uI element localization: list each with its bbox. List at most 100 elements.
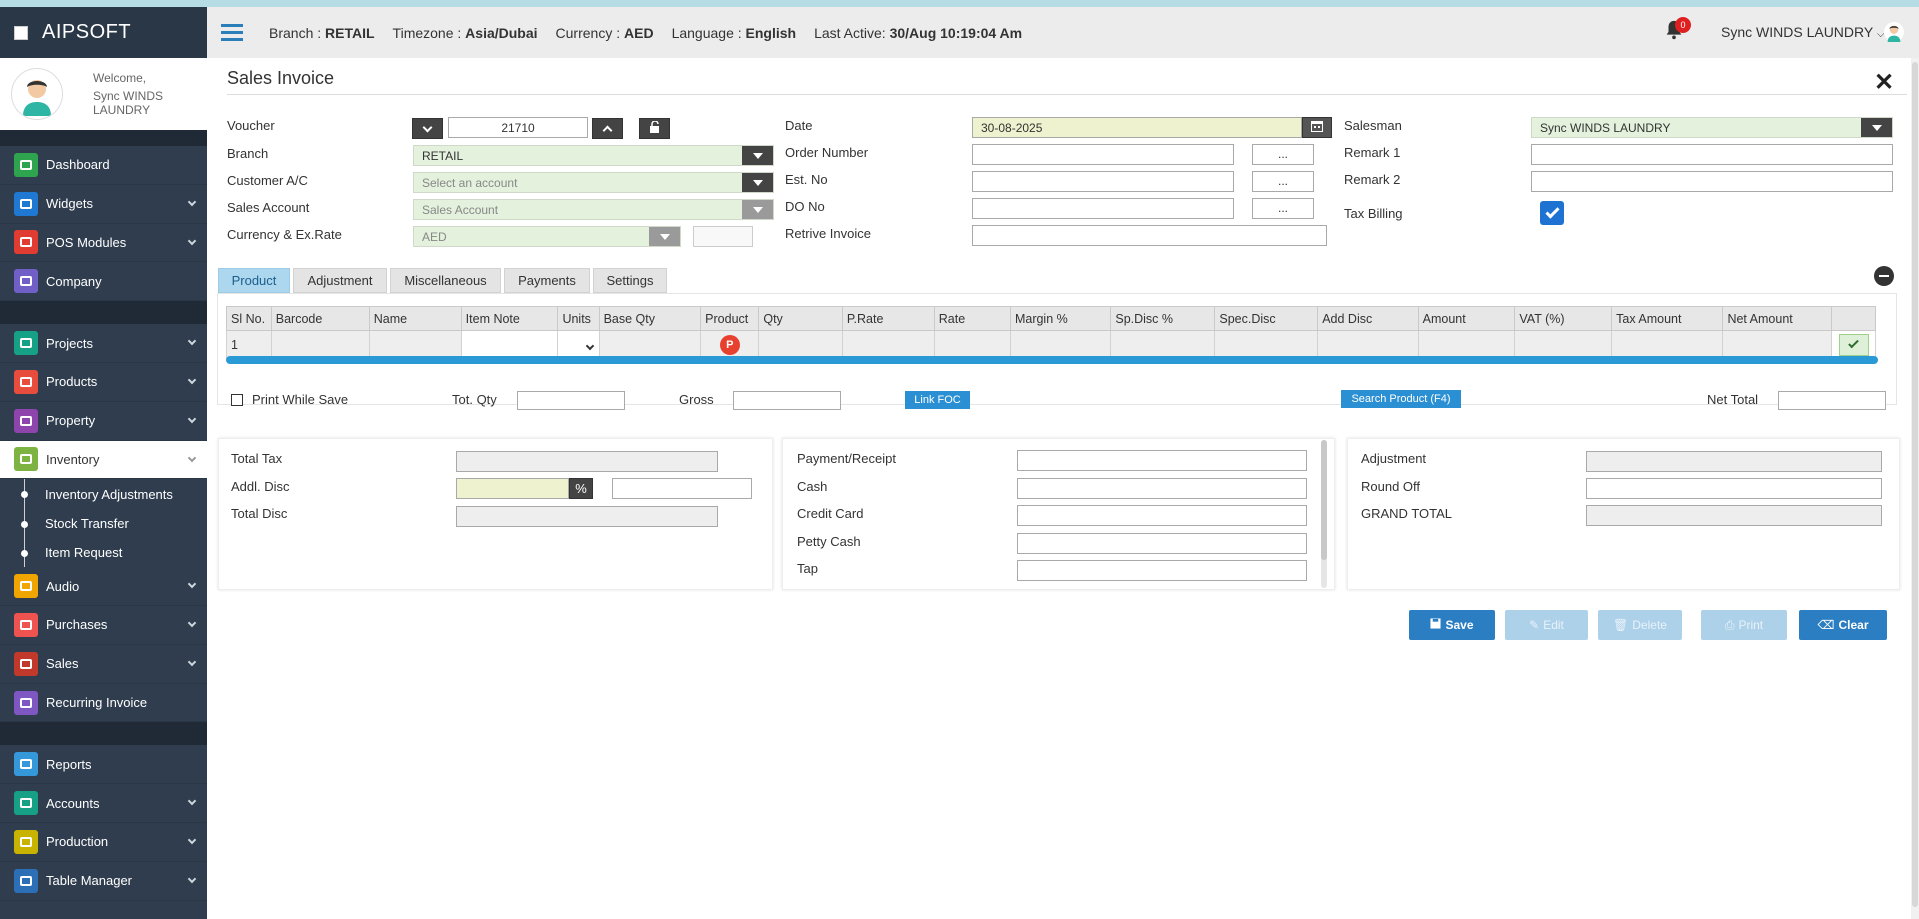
- tax-billing-checkbox[interactable]: [1540, 201, 1564, 225]
- payment-input[interactable]: [1017, 505, 1307, 526]
- round-off-input[interactable]: [1586, 478, 1882, 499]
- prate-cell[interactable]: [841, 330, 935, 359]
- sidebar-item-property[interactable]: Property: [0, 402, 207, 441]
- collapse-icon[interactable]: [1874, 266, 1894, 286]
- spdisc-pct-cell[interactable]: [1110, 330, 1216, 359]
- sidebar-item-pos-modules[interactable]: POS Modules: [0, 224, 207, 263]
- sidebar-item-dashboard[interactable]: Dashboard: [0, 146, 207, 185]
- est-lookup-button[interactable]: ...: [1252, 171, 1314, 192]
- tab-adjustment[interactable]: Adjustment: [293, 268, 387, 293]
- sidebar-item-products[interactable]: Products: [0, 363, 207, 402]
- sidebar-item-audio[interactable]: Audio: [0, 567, 207, 607]
- welcome-text: Welcome,: [93, 71, 147, 85]
- retrive-invoice-input[interactable]: [972, 225, 1327, 246]
- sidebar-subitem-inventory-adjustments[interactable]: Inventory Adjustments: [0, 479, 207, 509]
- voucher-number-input[interactable]: 21710: [448, 117, 588, 138]
- sidebar-item-reports[interactable]: Reports: [0, 745, 207, 785]
- chevron-down-icon: [187, 797, 197, 806]
- edit-button[interactable]: ✎ Edit: [1505, 610, 1588, 640]
- customer-select[interactable]: Select an account: [413, 172, 774, 193]
- addl-disc-percent-input[interactable]: [456, 478, 569, 499]
- search-product-button[interactable]: Search Product (F4): [1341, 390, 1461, 408]
- tab-product[interactable]: Product: [218, 268, 290, 293]
- unlock-button[interactable]: [639, 118, 670, 139]
- sidebar-item-production[interactable]: Production: [0, 823, 207, 862]
- name-cell[interactable]: [368, 330, 462, 359]
- payments-scrollbar[interactable]: [1321, 440, 1327, 588]
- close-icon[interactable]: ✕: [1874, 68, 1894, 97]
- amount-cell[interactable]: [1417, 330, 1516, 359]
- net-total-input[interactable]: [1778, 391, 1886, 410]
- tab-miscellaneous[interactable]: Miscellaneous: [390, 268, 501, 293]
- remark2-input[interactable]: [1531, 171, 1893, 192]
- delete-button[interactable]: 🗑 Delete: [1598, 610, 1682, 640]
- link-foc-button[interactable]: Link FOC: [905, 391, 970, 409]
- clear-button[interactable]: ⌫ Clear: [1799, 610, 1887, 640]
- brand[interactable]: AIPSOFT: [0, 7, 207, 58]
- payment-input[interactable]: [1017, 532, 1307, 554]
- base-qty-cell[interactable]: [598, 330, 702, 359]
- print-while-save-checkbox[interactable]: [231, 394, 243, 406]
- calendar-button[interactable]: [1302, 117, 1332, 138]
- progress-bar: [226, 356, 1878, 364]
- sidebar-item-recurring-invoice[interactable]: Recurring Invoice: [0, 684, 207, 723]
- voucher-label: Voucher: [227, 118, 275, 133]
- user-avatar[interactable]: [1884, 22, 1904, 42]
- page-scrollbar[interactable]: [1911, 58, 1919, 919]
- barcode-cell[interactable]: [270, 330, 370, 359]
- sidebar-item-table-manager[interactable]: Table Manager: [0, 862, 207, 901]
- date-input[interactable]: 30-08-2025: [972, 117, 1302, 138]
- product-cell[interactable]: P: [700, 330, 760, 359]
- branch-select[interactable]: RETAIL: [413, 145, 774, 166]
- sales-account-select[interactable]: Sales Account: [413, 199, 774, 220]
- column-header: Product: [700, 306, 760, 331]
- sidebar-item-projects[interactable]: Projects: [0, 324, 207, 363]
- voucher-prev-button[interactable]: [412, 118, 443, 139]
- confirm-row-button[interactable]: [1838, 333, 1869, 356]
- do-no-input[interactable]: [972, 198, 1234, 219]
- sidebar-subitem-stock-transfer[interactable]: Stock Transfer: [0, 508, 207, 539]
- payment-input[interactable]: [1017, 560, 1307, 581]
- sidebar-item-purchases[interactable]: Purchases: [0, 606, 207, 645]
- payment-input[interactable]: [1017, 450, 1307, 471]
- user-menu[interactable]: Sync WINDS LAUNDRY ⌵: [1721, 24, 1884, 40]
- net-amount-cell[interactable]: [1722, 330, 1833, 359]
- voucher-next-button[interactable]: [592, 118, 623, 139]
- notification-bell-icon[interactable]: 0: [1663, 17, 1691, 43]
- sidebar-item-company[interactable]: Company: [0, 262, 207, 302]
- sidebar-item-accounts[interactable]: Accounts: [0, 784, 207, 824]
- sidebar-item-sales[interactable]: Sales: [0, 645, 207, 684]
- item-note-cell[interactable]: [460, 330, 559, 359]
- sidebar-subitem-item-request[interactable]: Item Request: [0, 537, 207, 568]
- tot-qty-input[interactable]: [517, 391, 625, 410]
- order-lookup-button[interactable]: ...: [1252, 144, 1314, 165]
- do-lookup-button[interactable]: ...: [1252, 198, 1314, 219]
- add-disc-cell[interactable]: [1317, 330, 1419, 359]
- currency-select[interactable]: AED: [413, 226, 681, 247]
- salesman-select[interactable]: Sync WINDS LAUNDRY: [1531, 117, 1893, 138]
- payment-input[interactable]: [1017, 477, 1307, 499]
- spec-disc-cell[interactable]: [1214, 330, 1319, 359]
- vat-cell[interactable]: [1514, 330, 1613, 359]
- sidebar-item-widgets[interactable]: Widgets: [0, 185, 207, 224]
- qty-cell[interactable]: [758, 330, 843, 359]
- tax-amount-cell[interactable]: [1611, 330, 1724, 359]
- addl-disc-amount-input[interactable]: [612, 478, 752, 499]
- product-badge-icon[interactable]: P: [719, 334, 740, 355]
- sidebar-item-label: Accounts: [46, 795, 100, 811]
- save-button[interactable]: Save: [1409, 610, 1495, 640]
- percent-toggle[interactable]: %: [569, 478, 593, 499]
- menu-icon[interactable]: [221, 20, 243, 45]
- units-cell[interactable]: [557, 330, 600, 359]
- tab-settings[interactable]: Settings: [593, 268, 667, 293]
- est-no-input[interactable]: [972, 171, 1234, 192]
- exchange-rate-input[interactable]: [693, 226, 753, 247]
- rate-cell[interactable]: [933, 330, 1011, 359]
- gross-input[interactable]: [733, 391, 841, 410]
- margin-cell[interactable]: [1009, 330, 1112, 359]
- print-button[interactable]: ⎙ Print: [1701, 610, 1787, 640]
- sidebar-item-inventory[interactable]: Inventory: [0, 440, 207, 480]
- remark1-input[interactable]: [1531, 144, 1893, 165]
- order-number-input[interactable]: [972, 144, 1234, 165]
- tab-payments[interactable]: Payments: [504, 268, 590, 293]
